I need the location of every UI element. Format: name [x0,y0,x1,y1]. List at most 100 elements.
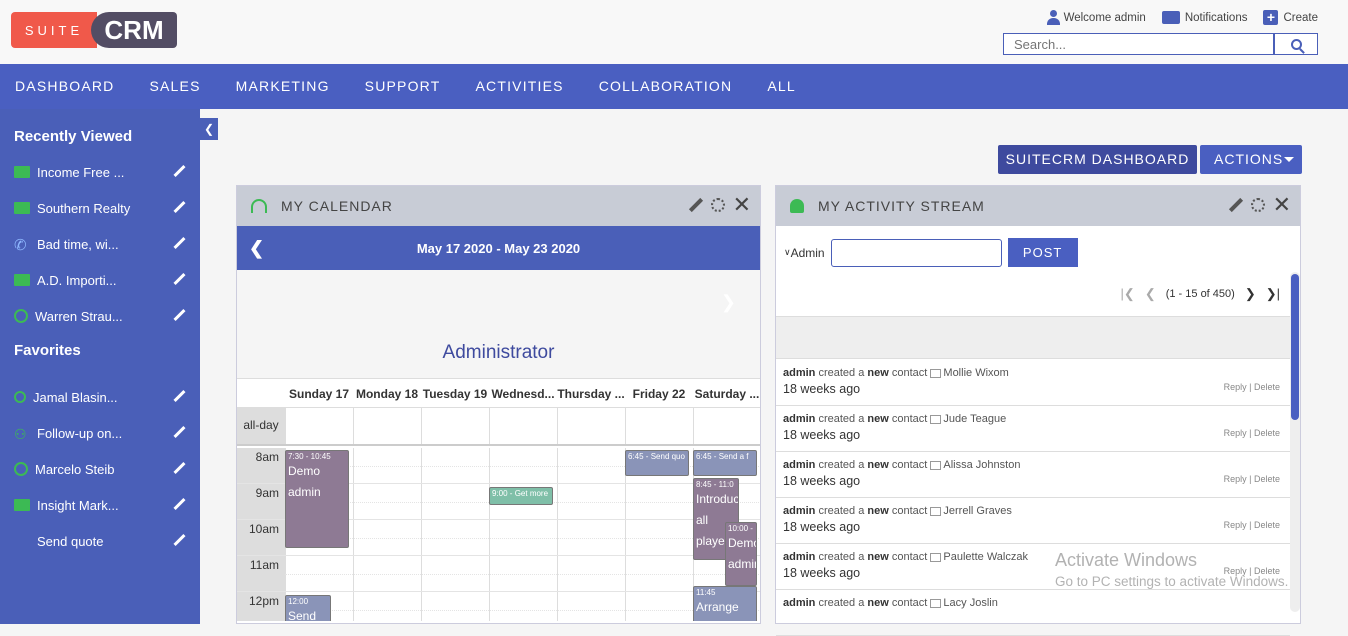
nav-sales[interactable]: SALES [149,64,200,109]
welcome-link[interactable]: Welcome admin [1046,10,1146,25]
edit-icon[interactable] [173,309,186,322]
activity-user[interactable]: admin [783,459,815,471]
activity-user[interactable]: admin [783,597,815,609]
next-page-icon[interactable]: ❯ [1245,286,1256,302]
recent-item[interactable]: A.D. Importi... [0,262,200,298]
favorite-item[interactable]: Follow-up on... [0,415,200,451]
reply-delete-links[interactable]: Reply | Delete [1224,474,1280,484]
calendar-range-bar: ❮ May 17 2020 - May 23 2020 [237,226,760,270]
nav-activities[interactable]: ACTIVITIES [475,64,563,109]
pagination: |❮ ❮ (1 - 15 of 450) ❯ ❯| [1121,286,1280,302]
nav-all[interactable]: ALL [767,64,796,109]
recent-item[interactable]: Southern Realty [0,190,200,226]
favorite-item[interactable]: Jamal Blasin... [0,379,200,415]
plus-icon: + [1263,10,1279,25]
activity-user[interactable]: admin [783,551,815,563]
favorite-item-label: Marcelo Steib [35,461,115,477]
activity-contact-link[interactable]: Alissa Johnston [943,459,1020,471]
recent-item[interactable]: Income Free ... [0,154,200,190]
nav-marketing[interactable]: MARKETING [236,64,330,109]
recent-item-label: A.D. Importi... [37,272,117,288]
calendar-event[interactable]: 10:00 - Demo admin [725,522,757,586]
post-button[interactable]: POST [1007,238,1078,267]
reply-delete-links[interactable]: Reply | Delete [1224,382,1280,392]
close-icon[interactable]: ✕ [1273,194,1292,216]
activity-time: 18 weeks ago [783,474,861,488]
favorite-item[interactable]: Insight Mark... [0,487,200,523]
suitecrm-logo[interactable]: SUITE CRM [11,12,177,48]
reply-delete-links[interactable]: Reply | Delete [1224,428,1280,438]
scrollbar-thumb[interactable] [1291,274,1299,420]
nav-dashboard[interactable]: DASHBOARD [15,64,114,109]
activity-entry: admin created a new contact Mollie Wixom… [776,360,1290,406]
favorite-item-label: Jamal Blasin... [33,389,118,405]
edit-icon[interactable] [173,498,186,511]
first-page-icon[interactable]: |❮ [1121,286,1135,302]
recent-item-label: Income Free ... [37,164,125,180]
activity-contact-link[interactable]: Paulette Walczak [943,551,1028,563]
edit-icon[interactable] [173,426,186,439]
post-input[interactable] [830,238,1002,267]
recent-item-label: Warren Strau... [35,308,123,324]
recent-item[interactable]: Bad time, wi... [0,226,200,262]
favorite-item-label: Insight Mark... [37,497,119,513]
close-icon[interactable]: ✕ [733,194,752,216]
contact-card-icon [930,368,942,378]
calendar-event[interactable]: 9:00 - Get more [489,487,553,505]
recently-viewed-title: Recently Viewed [14,128,133,145]
actions-dropdown[interactable]: ACTIONS [1200,145,1302,174]
create-link[interactable]: + Create [1263,10,1318,25]
folder-icon [14,166,30,178]
calendar-event[interactable]: 12:00 Send [285,595,331,621]
calendar-event[interactable]: 6:45 - Send a f [693,450,757,476]
refresh-icon[interactable] [710,198,725,212]
favorite-item[interactable]: Send quote [0,523,200,559]
refresh-icon[interactable] [1250,198,1265,212]
bell-icon [790,199,804,213]
chevron-left-icon[interactable]: ❮ [249,238,264,259]
contact-icon [14,462,28,476]
user-icon [1046,10,1060,25]
all-day-row: all-day [237,408,760,446]
collapse-sidebar-button[interactable]: ❮ [200,118,218,140]
notifications-link[interactable]: Notifications [1161,10,1247,25]
search-button[interactable] [1274,33,1318,55]
nav-support[interactable]: SUPPORT [365,64,441,109]
activity-scrollbar[interactable] [1290,272,1300,612]
edit-icon[interactable] [689,198,703,212]
favorite-item[interactable]: Marcelo Steib [0,451,200,487]
recent-item[interactable]: Warren Strau... [0,298,200,334]
activity-contact-link[interactable]: Mollie Wixom [943,367,1008,379]
edit-icon[interactable] [173,165,186,178]
activity-contact-link[interactable]: Jude Teague [943,413,1006,425]
all-day-label: all-day [237,408,285,444]
activity-entry: admin created a new contact Alissa Johns… [776,452,1290,498]
edit-icon[interactable] [173,273,186,286]
edit-icon[interactable] [173,237,186,250]
calendar-event[interactable]: 6:45 - Send quo [625,450,689,476]
edit-icon[interactable] [173,201,186,214]
edit-icon[interactable] [173,390,186,403]
edit-icon[interactable] [173,462,186,475]
activity-contact-link[interactable]: Lacy Joslin [943,597,997,609]
activity-user[interactable]: admin [783,413,815,425]
prev-page-icon[interactable]: ❮ [1145,286,1156,302]
activity-user[interactable]: admin [783,367,815,379]
calendar-header: MY CALENDAR ✕ [237,186,760,226]
reply-delete-links[interactable]: Reply | Delete [1224,520,1280,530]
contact-card-icon [930,460,942,470]
last-page-icon[interactable]: ❯| [1266,286,1280,302]
activity-contact-link[interactable]: Jerrell Graves [943,505,1011,517]
day-header: Monday 18 [355,387,418,401]
edit-icon[interactable] [1229,198,1243,212]
folder-icon [14,499,30,511]
calendar-event[interactable]: 11:45 Arrange [693,586,757,621]
global-search [1003,33,1318,55]
nav-collaboration[interactable]: COLLABORATION [599,64,733,109]
edit-icon[interactable] [173,534,186,547]
suitecrm-dashboard-tab[interactable]: SUITECRM DASHBOARD [998,145,1197,174]
chevron-right-icon[interactable]: ❯ [721,292,736,313]
activity-user[interactable]: admin [783,505,815,517]
search-input[interactable] [1003,33,1274,55]
calendar-event[interactable]: 7:30 - 10:45 Demo admin [285,450,349,548]
